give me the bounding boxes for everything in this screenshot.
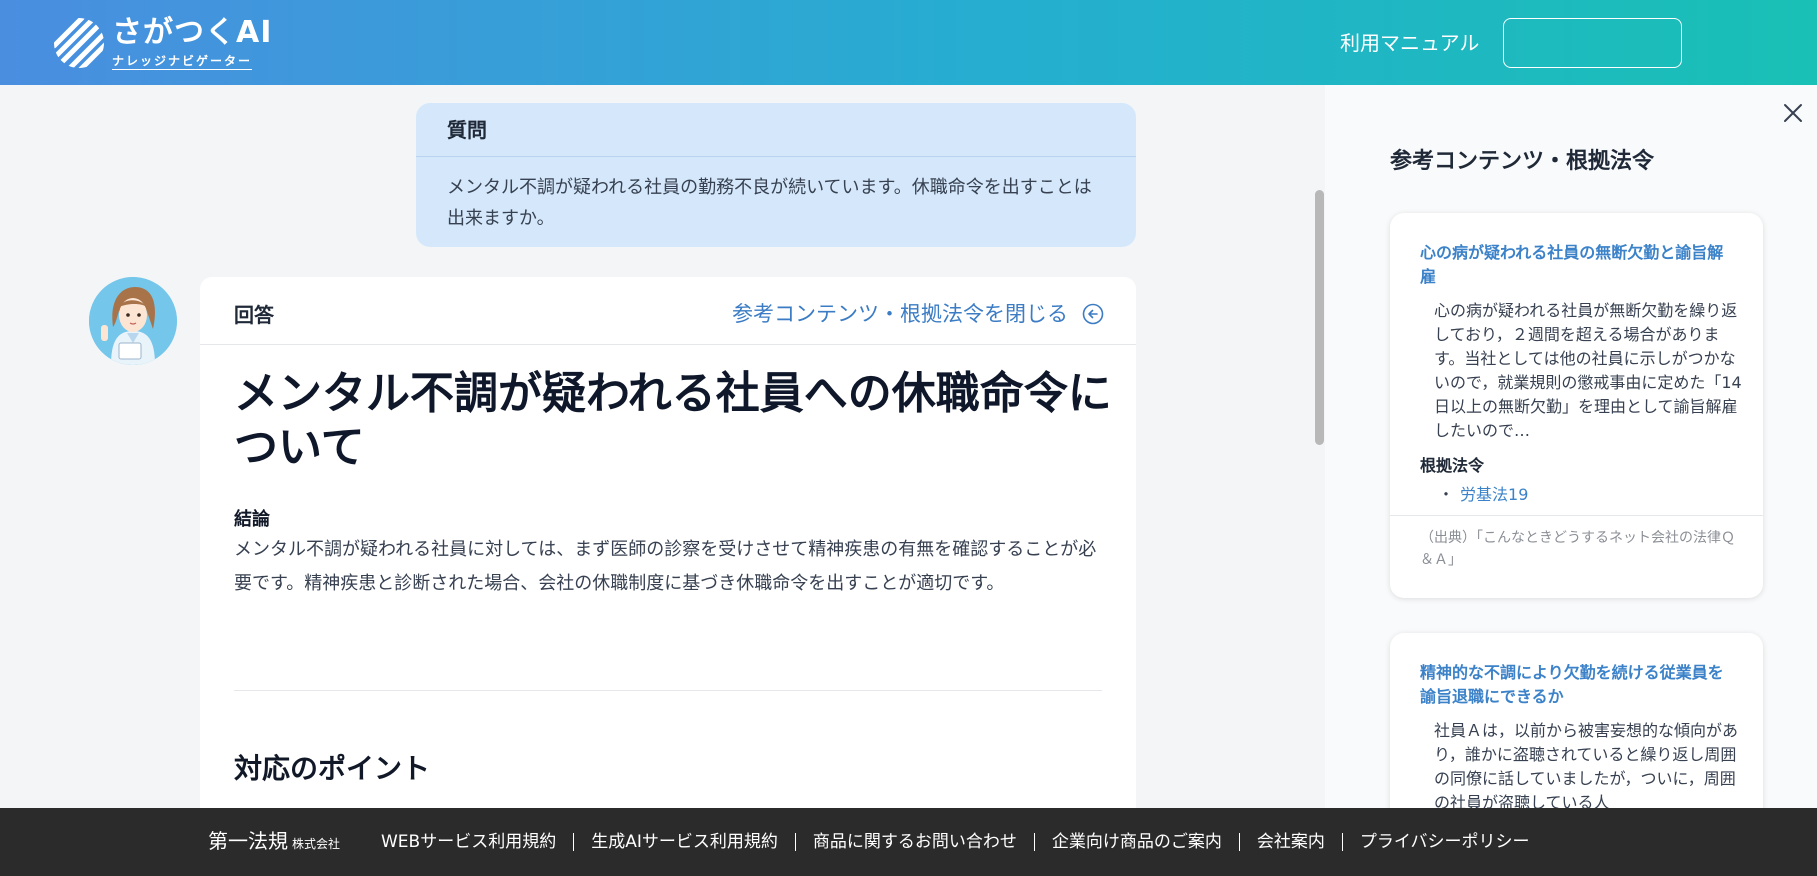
answer-label: 回答 xyxy=(234,303,274,327)
footer-link-contact[interactable]: 商品に関するお問い合わせ xyxy=(796,830,1034,854)
main-content: 質問 メンタル不調が疑われる社員の勤務不良が続いています。休職命令を出すことは出… xyxy=(0,85,1325,808)
question-card: 質問 メンタル不調が疑われる社員の勤務不良が続いています。休職命令を出すことは出… xyxy=(416,103,1136,247)
footer-logo[interactable]: 第一法規 株式会社 xyxy=(208,828,340,857)
app-logo[interactable]: さがつくAI ナレッジナビゲーター xyxy=(52,14,272,72)
footer-link-web-terms[interactable]: WEBサービス利用規約 xyxy=(364,830,573,854)
card-divider xyxy=(1390,515,1763,516)
answer-card: 回答 参考コンテンツ・根拠法令を閉じる メンタル不調が疑われる社員への休職命令に… xyxy=(200,277,1136,808)
question-label: 質問 xyxy=(416,103,1136,157)
reference-card: 精神的な不調により欠勤を続ける従業員を諭旨退職にできるか 社員Ａは，以前から被害… xyxy=(1390,633,1763,808)
section-divider xyxy=(234,690,1102,691)
arrow-left-circle-icon xyxy=(1082,303,1104,325)
footer-link-company[interactable]: 会社案内 xyxy=(1240,830,1342,854)
law-bullet: ・ xyxy=(1438,485,1455,504)
reference-card-title[interactable]: 精神的な不調により欠勤を続ける従業員を諭旨退職にできるか xyxy=(1420,661,1738,709)
answer-header: 回答 参考コンテンツ・根拠法令を閉じる xyxy=(200,277,1136,345)
question-text: メンタル不調が疑われる社員の勤務不良が続いています。休職命令を出すことは出来ます… xyxy=(447,177,1092,229)
reference-card-excerpt: 社員Ａは，以前から被害妄想的な傾向があり，誰かに盗聴されていると繰り返し周囲の同… xyxy=(1434,721,1739,808)
close-icon[interactable] xyxy=(1781,101,1805,125)
close-references-link[interactable]: 参考コンテンツ・根拠法令を閉じる xyxy=(732,299,1104,329)
answer-title: メンタル不調が疑われる社員への休職命令について xyxy=(234,368,1112,473)
conclusion-text: メンタル不調が疑われる社員に対しては、まず医師の診察を受けさせて精神疾患の有無を… xyxy=(234,539,1097,594)
logo-title: さがつくAI xyxy=(112,15,273,50)
header-button[interactable] xyxy=(1503,18,1682,68)
logo-mark-icon xyxy=(54,18,104,68)
footer-links: WEBサービス利用規約 生成AIサービス利用規約 商品に関するお問い合わせ 企業… xyxy=(364,830,1547,854)
manual-link[interactable]: 利用マニュアル xyxy=(1340,29,1479,57)
avatar-illustration xyxy=(89,277,177,365)
panel-title: 参考コンテンツ・根拠法令 xyxy=(1390,149,1655,174)
site-footer: 第一法規 株式会社 WEBサービス利用規約 生成AIサービス利用規約 商品に関する… xyxy=(0,808,1817,876)
logo-subtitle: ナレッジナビゲーター xyxy=(112,54,253,70)
conclusion-label: 結論 xyxy=(234,509,270,530)
main-scrollbar[interactable] xyxy=(1315,190,1324,445)
references-panel: 参考コンテンツ・根拠法令 心の病が疑われる社員の無断欠勤と諭旨解雇 心の病が疑わ… xyxy=(1325,85,1817,808)
footer-link-ai-terms[interactable]: 生成AIサービス利用規約 xyxy=(574,830,795,854)
law-link[interactable]: 労基法19 xyxy=(1460,485,1528,504)
footer-logo-suffix: 株式会社 xyxy=(292,837,341,851)
footer-link-corporate[interactable]: 企業向け商品のご案内 xyxy=(1035,830,1239,854)
reference-card: 心の病が疑われる社員の無断欠勤と諭旨解雇 心の病が疑われる社員が無断欠勤を繰り返… xyxy=(1390,213,1763,598)
app-header: さがつくAI ナレッジナビゲーター 利用マニュアル xyxy=(0,0,1817,85)
footer-logo-name: 第一法規 xyxy=(208,829,288,853)
points-heading: 対応のポイント xyxy=(234,752,431,785)
assistant-avatar xyxy=(89,277,177,365)
reference-source: （出典）「こんなときどうするネット会社の法律Ｑ＆Ａ」 xyxy=(1420,530,1735,568)
close-references-label: 参考コンテンツ・根拠法令を閉じる xyxy=(732,302,1068,326)
reference-card-excerpt: 心の病が疑われる社員が無断欠勤を繰り返しており，２週間を超える場合があります。当… xyxy=(1434,301,1742,440)
law-item: ・労基法19 xyxy=(1438,483,1528,507)
reference-card-title[interactable]: 心の病が疑われる社員の無断欠勤と諭旨解雇 xyxy=(1420,241,1738,289)
footer-link-privacy[interactable]: プライバシーポリシー xyxy=(1343,830,1547,854)
law-label: 根拠法令 xyxy=(1420,456,1485,475)
